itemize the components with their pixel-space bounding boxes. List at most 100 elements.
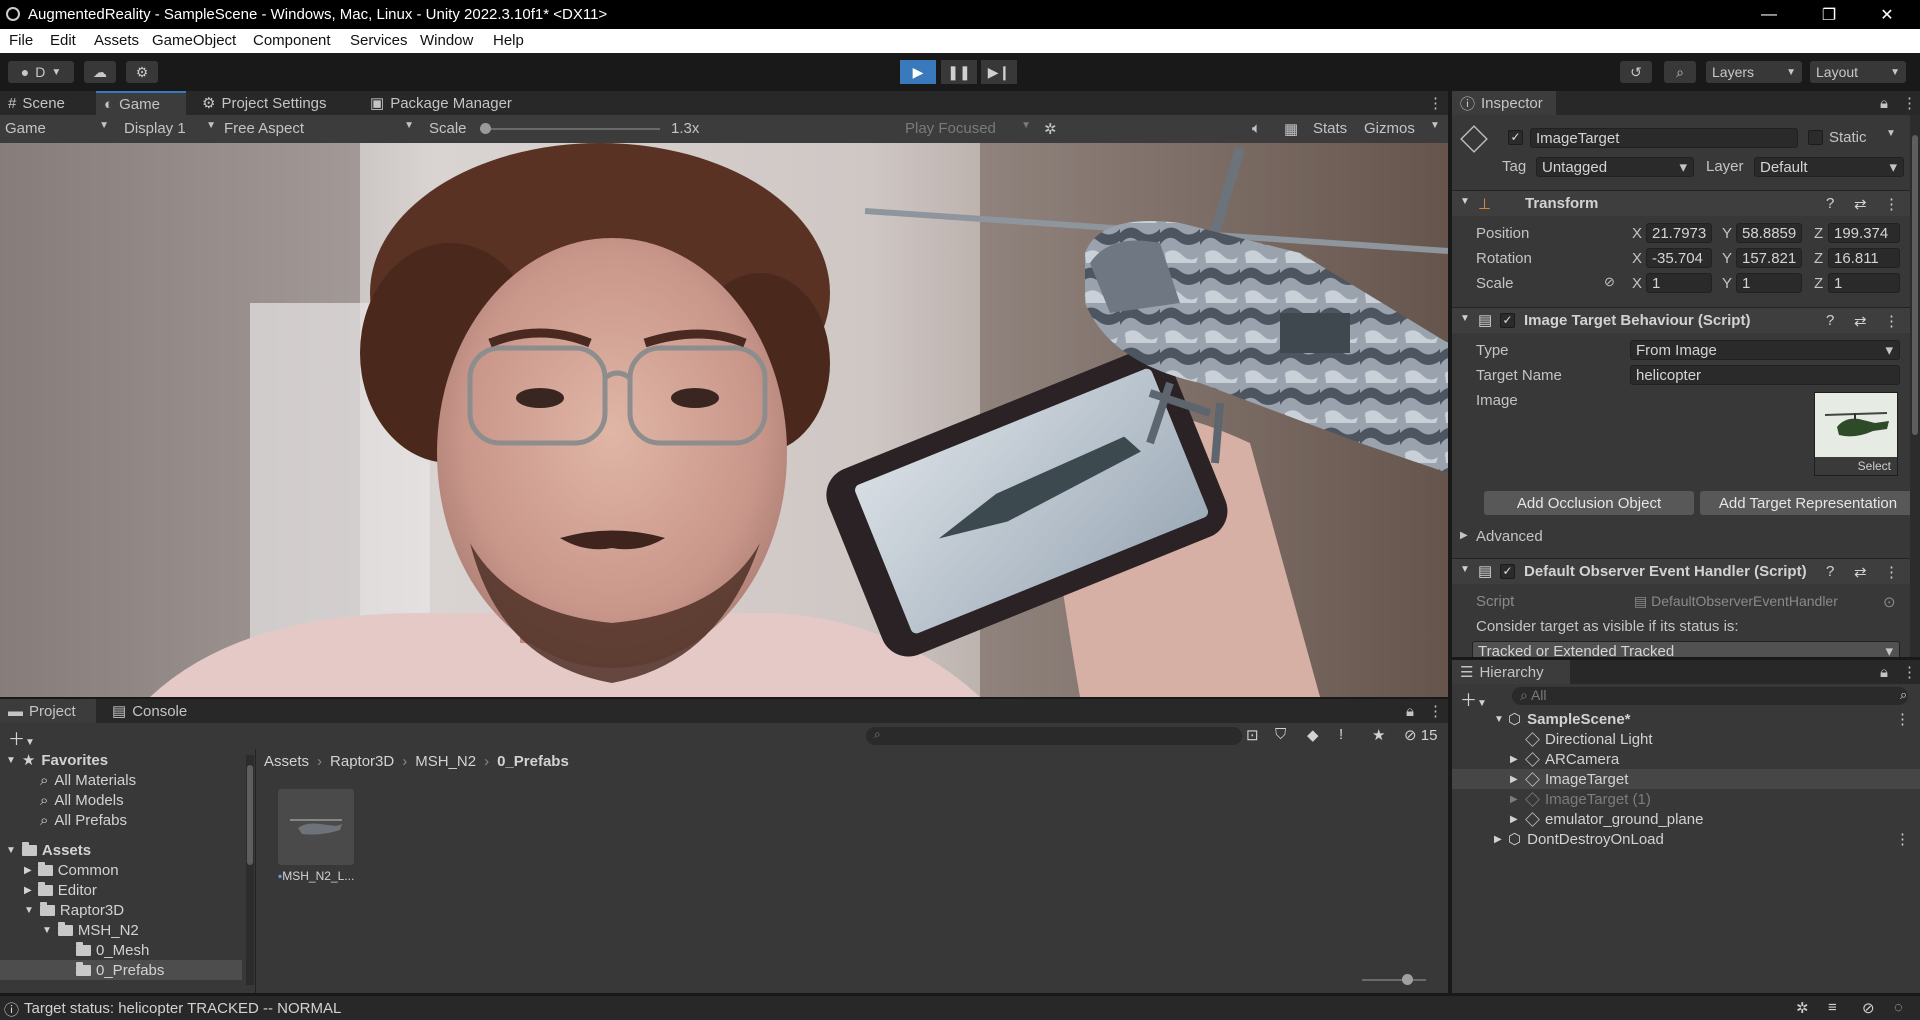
position-y-field[interactable]: 58.8859 [1736,223,1802,243]
more-options-icon[interactable]: ⋮ [1884,312,1899,330]
tab-inspector[interactable]: ⓘ Inspector [1452,91,1556,115]
folder-0-mesh[interactable]: 0_Mesh [76,940,149,960]
view-select-dropdown[interactable]: Game ▼ [5,120,109,137]
presets-icon[interactable]: ⇄ [1854,195,1867,213]
hidden-packages-button[interactable]: ⊘ 15 [1404,726,1437,744]
tab-console[interactable]: ▤ Console [104,699,195,723]
more-options-icon[interactable]: ⋮ [1894,660,1920,684]
stats-button[interactable]: Stats [1313,120,1347,137]
chevron-down-icon[interactable]: ▼ [1430,120,1440,131]
tab-project-settings[interactable]: ⚙ Project Settings [194,91,335,115]
scale-x-field[interactable]: 1 [1646,273,1712,293]
hierarchy-search-input[interactable]: ⌕ All [1512,687,1908,705]
object-picker-icon[interactable]: ⊙ [1883,593,1896,611]
expand-arrow-icon[interactable]: ▼ [1460,313,1470,324]
expand-arrow-icon[interactable]: ▶ [1460,530,1468,541]
lock-icon[interactable]: 🔒︎ [1398,699,1422,723]
project-search-input[interactable]: ⌕ [866,727,1242,745]
active-checkbox[interactable]: ✓ [1508,130,1523,145]
more-options-icon[interactable]: ⋮ [1895,830,1910,848]
step-button[interactable]: ▶❙ [981,60,1017,84]
tag-dropdown[interactable]: Untagged [1536,157,1694,177]
play-mode-dropdown[interactable]: Play Focused ▼ [905,120,1031,137]
presets-icon[interactable]: ⇄ [1854,312,1867,330]
game-view-camera-feed[interactable] [0,143,1448,697]
favorite-star-icon[interactable]: ★ [1372,726,1385,744]
folder-msh-n2[interactable]: ▼ MSH_N2 [42,920,139,940]
breadcrumb-raptor3d[interactable]: Raptor3D [330,753,394,770]
debug-mode-icon[interactable]: ✲ [1796,999,1809,1017]
scale-slider-thumb[interactable] [480,123,492,134]
rotation-x-field[interactable]: -35.704 [1646,248,1712,268]
menu-edit[interactable]: Edit [50,32,76,49]
account-button[interactable]: ● D ▼ [8,61,74,83]
image-select-button[interactable]: Select [1815,457,1897,475]
rotation-y-field[interactable]: 157.821 [1736,248,1802,268]
lock-icon[interactable]: 🔒︎ [1872,660,1896,684]
auto-generate-lighting-icon[interactable]: ⊘ [1862,999,1875,1017]
expand-arrow-icon[interactable]: ▶ [24,865,32,876]
type-dropdown[interactable]: From Image [1630,340,1900,360]
favorite-item-all-materials[interactable]: ⌕ All Materials [40,770,136,790]
layer-dropdown[interactable]: Default [1754,157,1904,177]
layout-dropdown[interactable]: Layout ▼ [1810,61,1906,83]
chevron-down-icon[interactable]: ▼ [1886,128,1896,139]
search-options-icon[interactable]: ⊡ [1246,726,1259,744]
help-icon[interactable]: ? [1826,563,1834,580]
hierarchy-item-directional-light[interactable]: Directional Light [1452,729,1920,749]
expand-arrow-icon[interactable]: ▼ [24,905,34,916]
expand-arrow-icon[interactable]: ▶ [1510,774,1526,785]
tab-hierarchy[interactable]: ☰ Hierarchy [1452,660,1570,684]
status-filter-dropdown[interactable]: Tracked or Extended Tracked [1472,641,1900,657]
aspect-dropdown[interactable]: Free Aspect ▼ [224,120,414,137]
help-icon[interactable]: ? [1826,195,1834,212]
menu-component[interactable]: Component [253,32,331,49]
expand-arrow-icon[interactable]: ▼ [1460,564,1470,575]
menu-window[interactable]: Window [420,32,473,49]
more-options-icon[interactable]: ⋮ [1420,91,1451,115]
filter-by-type-icon[interactable]: ⛉ [1275,726,1286,743]
expand-arrow-icon[interactable]: ▶ [1510,794,1526,805]
progress-icon[interactable]: ◌ [1894,999,1903,1016]
folder-0-prefabs[interactable]: 0_Prefabs [0,960,242,980]
image-target-enabled-checkbox[interactable]: ✓ [1500,313,1515,328]
play-button[interactable]: ▶ [900,60,936,84]
image-thumbnail[interactable]: Select [1814,392,1898,476]
menu-help[interactable]: Help [493,32,524,49]
audio-icon[interactable]: 🔈︎ [1252,120,1261,137]
search-options-icon[interactable]: ⌕ [1900,687,1907,703]
thumbnail-size-slider-thumb[interactable] [1401,974,1413,985]
inspector-scrollbar[interactable] [1910,115,1920,657]
favorites-row[interactable]: ▼ ★ Favorites [6,750,108,770]
hierarchy-item-imagetarget-1[interactable]: ▶ ImageTarget (1) [1452,789,1920,809]
constrain-proportions-icon[interactable]: ⊘ [1604,274,1615,290]
more-options-icon[interactable]: ⋮ [1420,699,1451,723]
expand-arrow-icon[interactable]: ▼ [42,925,52,936]
tab-project[interactable]: ▬ Project [0,699,96,723]
more-options-icon[interactable]: ⋮ [1894,91,1920,115]
breadcrumb-assets[interactable]: Assets [264,753,309,770]
create-add-button[interactable]: ＋▼ [8,725,35,750]
tab-game[interactable]: ◐ Game [96,91,186,115]
hierarchy-item-dontdestroyonload[interactable]: ▶ ⬡ DontDestroyOnLoad ⋮ [1452,829,1920,849]
scale-z-field[interactable]: 1 [1828,273,1900,293]
position-z-field[interactable]: 199.374 [1828,223,1900,243]
hierarchy-item-samplescene[interactable]: ▼ ⬡ SampleScene* ⋮ [1452,709,1920,729]
gizmos-button[interactable]: Gizmos [1364,120,1415,137]
expand-arrow-icon[interactable]: ▶ [1510,754,1526,765]
layers-dropdown[interactable]: Layers ▼ [1706,61,1802,83]
create-add-button[interactable]: ＋▼ [1460,686,1487,711]
image-target-header[interactable]: ▼ ▤ ✓ Image Target Behaviour (Script) ? … [1452,307,1920,333]
filter-by-label-icon[interactable]: ◆ [1307,726,1319,744]
expand-arrow-icon[interactable]: ▼ [1460,196,1470,207]
transform-header[interactable]: ▼ ⊥ Transform ? ⇄ ⋮ [1452,190,1920,216]
breadcrumb-msh-n2[interactable]: MSH_N2 [415,753,476,770]
expand-arrow-icon[interactable]: ▼ [6,845,16,856]
expand-arrow-icon[interactable]: ▼ [1494,714,1508,725]
menu-services[interactable]: Services [350,32,408,49]
rotation-z-field[interactable]: 16.811 [1828,248,1900,268]
bug-icon[interactable]: ✲ [1044,120,1057,138]
menu-assets[interactable]: Assets [94,32,139,49]
tree-scrollbar-thumb[interactable] [247,765,253,865]
object-name-field[interactable]: ImageTarget [1530,128,1798,148]
